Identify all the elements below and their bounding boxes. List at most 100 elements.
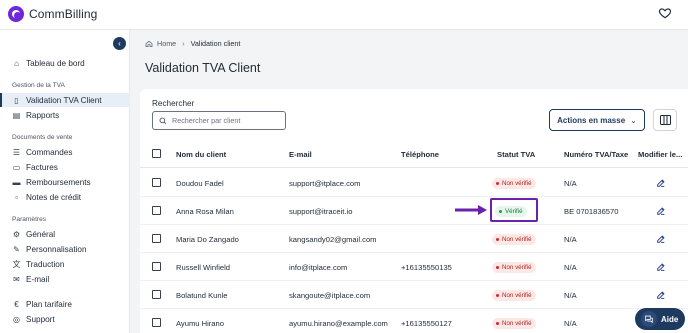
column-header-email[interactable]: E-mail [289, 150, 312, 159]
chevron-down-icon: ⌄ [630, 115, 637, 125]
chat-icon [641, 311, 657, 327]
cell-email: info@itplace.com [289, 263, 348, 272]
edit-icon[interactable] [656, 262, 666, 272]
cell-vat-number: N/A [564, 291, 577, 300]
cell-vat-number: N/A [564, 235, 577, 244]
table-row[interactable]: Bolatund Kunle skangoute@itplace.com Non… [140, 281, 688, 309]
chevron-left-icon[interactable]: ‹ [113, 37, 126, 50]
support-icon: ◎ [13, 314, 20, 324]
column-header-vat-number[interactable]: Numéro TVA/Taxe [564, 150, 628, 159]
row-checkbox[interactable] [152, 234, 161, 243]
help-button[interactable]: Aide [635, 308, 685, 330]
search-label: Rechercher [152, 99, 195, 108]
logo-icon [8, 6, 24, 22]
pricing-icon: € [14, 299, 19, 309]
edit-icon[interactable] [656, 206, 666, 216]
row-checkbox[interactable] [152, 206, 161, 215]
row-checkbox[interactable] [152, 262, 161, 271]
sidebar-item-label: Traduction [26, 259, 65, 269]
cell-vat-number: N/A [564, 179, 577, 188]
status-badge: Non vérifié [492, 318, 536, 329]
sidebar-item-vat-validation[interactable]: ▯ Validation TVA Client [0, 93, 130, 107]
edit-icon[interactable] [656, 178, 666, 188]
report-icon: ▤ [12, 110, 21, 120]
table-row[interactable]: Russell Winfield info@itplace.com +16135… [140, 253, 688, 281]
sidebar-item-label: Plan tarifaire [26, 299, 72, 309]
row-checkbox[interactable] [152, 178, 161, 187]
mass-actions-label: Actions en masse [557, 115, 626, 125]
sidebar-item-label: Notes de crédit [26, 192, 82, 202]
column-header-phone[interactable]: Téléphone [401, 150, 439, 159]
columns-button[interactable] [653, 109, 677, 131]
sidebar-item-orders[interactable]: ☰ Commandes [0, 145, 130, 159]
invoice-icon: ▭ [12, 162, 21, 172]
sidebar-item-label: Commandes [26, 147, 73, 157]
edit-icon[interactable] [656, 290, 666, 300]
sidebar-item-credit-notes[interactable]: ▫ Notes de crédit [0, 190, 130, 204]
cell-vat-number: N/A [564, 319, 577, 328]
cell-name: Russell Winfield [176, 263, 231, 272]
sidebar-section-title: Documents de vente [12, 134, 73, 141]
cell-phone: +16135550127 [401, 319, 452, 328]
sidebar-item-customization[interactable]: ✎ Personnalisation [0, 242, 130, 256]
sidebar-item-translation[interactable]: 文 Traduction [0, 257, 130, 271]
top-bar: CommBilling [0, 0, 688, 30]
columns-icon [659, 115, 671, 125]
cell-email: support@itplace.com [289, 179, 361, 188]
app-name: CommBilling [29, 7, 98, 21]
column-header-vat-status[interactable]: Statut TVA [497, 150, 535, 159]
sidebar-item-label: Validation TVA Client [26, 95, 102, 105]
cell-email: kangsandy02@gmail.com [289, 235, 377, 244]
table-row[interactable]: Maria Do Zangado kangsandy02@gmail.com N… [140, 225, 688, 253]
sidebar-item-label: Factures [26, 162, 58, 172]
row-checkbox[interactable] [152, 290, 161, 299]
breadcrumb-home[interactable]: Home [157, 39, 176, 48]
mass-actions-button[interactable]: Actions en masse ⌄ [549, 109, 645, 131]
cell-email: support@itraceit.io [289, 207, 353, 216]
sidebar-item-dashboard[interactable]: ⌂ Tableau de bord [0, 56, 130, 70]
sidebar-item-support[interactable]: ◎ Support [0, 312, 130, 326]
document-icon: ▯ [14, 95, 19, 105]
status-badge: Non vérifié [492, 262, 536, 273]
row-checkbox[interactable] [152, 318, 161, 327]
sidebar-item-reports[interactable]: ▤ Rapports [0, 108, 130, 122]
sidebar-item-general[interactable]: ⚙ Général [0, 227, 130, 241]
home-icon: ⌂ [14, 58, 19, 68]
annotation-highlight-box [490, 198, 538, 222]
status-badge: Non vérifié [492, 234, 536, 245]
table-row[interactable]: Ayumu Hirano ayumu.hirano@example.com +1… [140, 309, 688, 333]
sidebar-item-email[interactable]: ✉ E-mail [0, 272, 130, 286]
sidebar-item-label: Remboursements [26, 177, 91, 187]
cell-phone: +16135550135 [401, 263, 452, 272]
sidebar-item-label: Personnalisation [26, 244, 87, 254]
sidebar-item-refunds[interactable]: ▬ Remboursements [0, 175, 130, 189]
breadcrumb-current: Validation client [190, 39, 241, 48]
sidebar-item-invoices[interactable]: ▭ Factures [0, 160, 130, 174]
column-header-edit[interactable]: Modifier le... [638, 150, 682, 159]
customize-icon: ✎ [13, 244, 20, 254]
search-field[interactable] [152, 111, 286, 130]
page-title: Validation TVA Client [145, 61, 261, 75]
refund-icon: ▬ [12, 177, 21, 187]
search-input[interactable] [172, 116, 277, 125]
status-badge: Non vérifié [492, 178, 536, 189]
settings-icon: ⚙ [12, 229, 21, 239]
table-row[interactable]: Doudou Fadel support@itplace.com Non vér… [140, 169, 688, 197]
cell-vat-number: BE 0701836570 [564, 207, 619, 216]
help-label: Aide [661, 314, 679, 324]
cell-name: Bolatund Kunle [176, 291, 228, 300]
select-all-checkbox[interactable] [152, 149, 161, 158]
table-row[interactable]: Anna Rosa Milan support@itraceit.io Véri… [140, 197, 688, 225]
app-logo[interactable]: CommBilling [8, 6, 97, 22]
sidebar-item-label: Général [26, 229, 56, 239]
sidebar-item-label: Support [26, 314, 55, 324]
breadcrumb: Home › Validation client [145, 39, 240, 48]
column-header-name[interactable]: Nom du client [176, 150, 226, 159]
cell-email: ayumu.hirano@example.com [289, 319, 388, 328]
list-icon: ☰ [12, 147, 21, 157]
cell-vat-number: N/A [564, 263, 577, 272]
heart-icon[interactable] [658, 6, 672, 20]
edit-icon[interactable] [656, 234, 666, 244]
status-badge: Non vérifié [492, 290, 536, 301]
sidebar-item-pricing[interactable]: € Plan tarifaire [0, 297, 130, 311]
